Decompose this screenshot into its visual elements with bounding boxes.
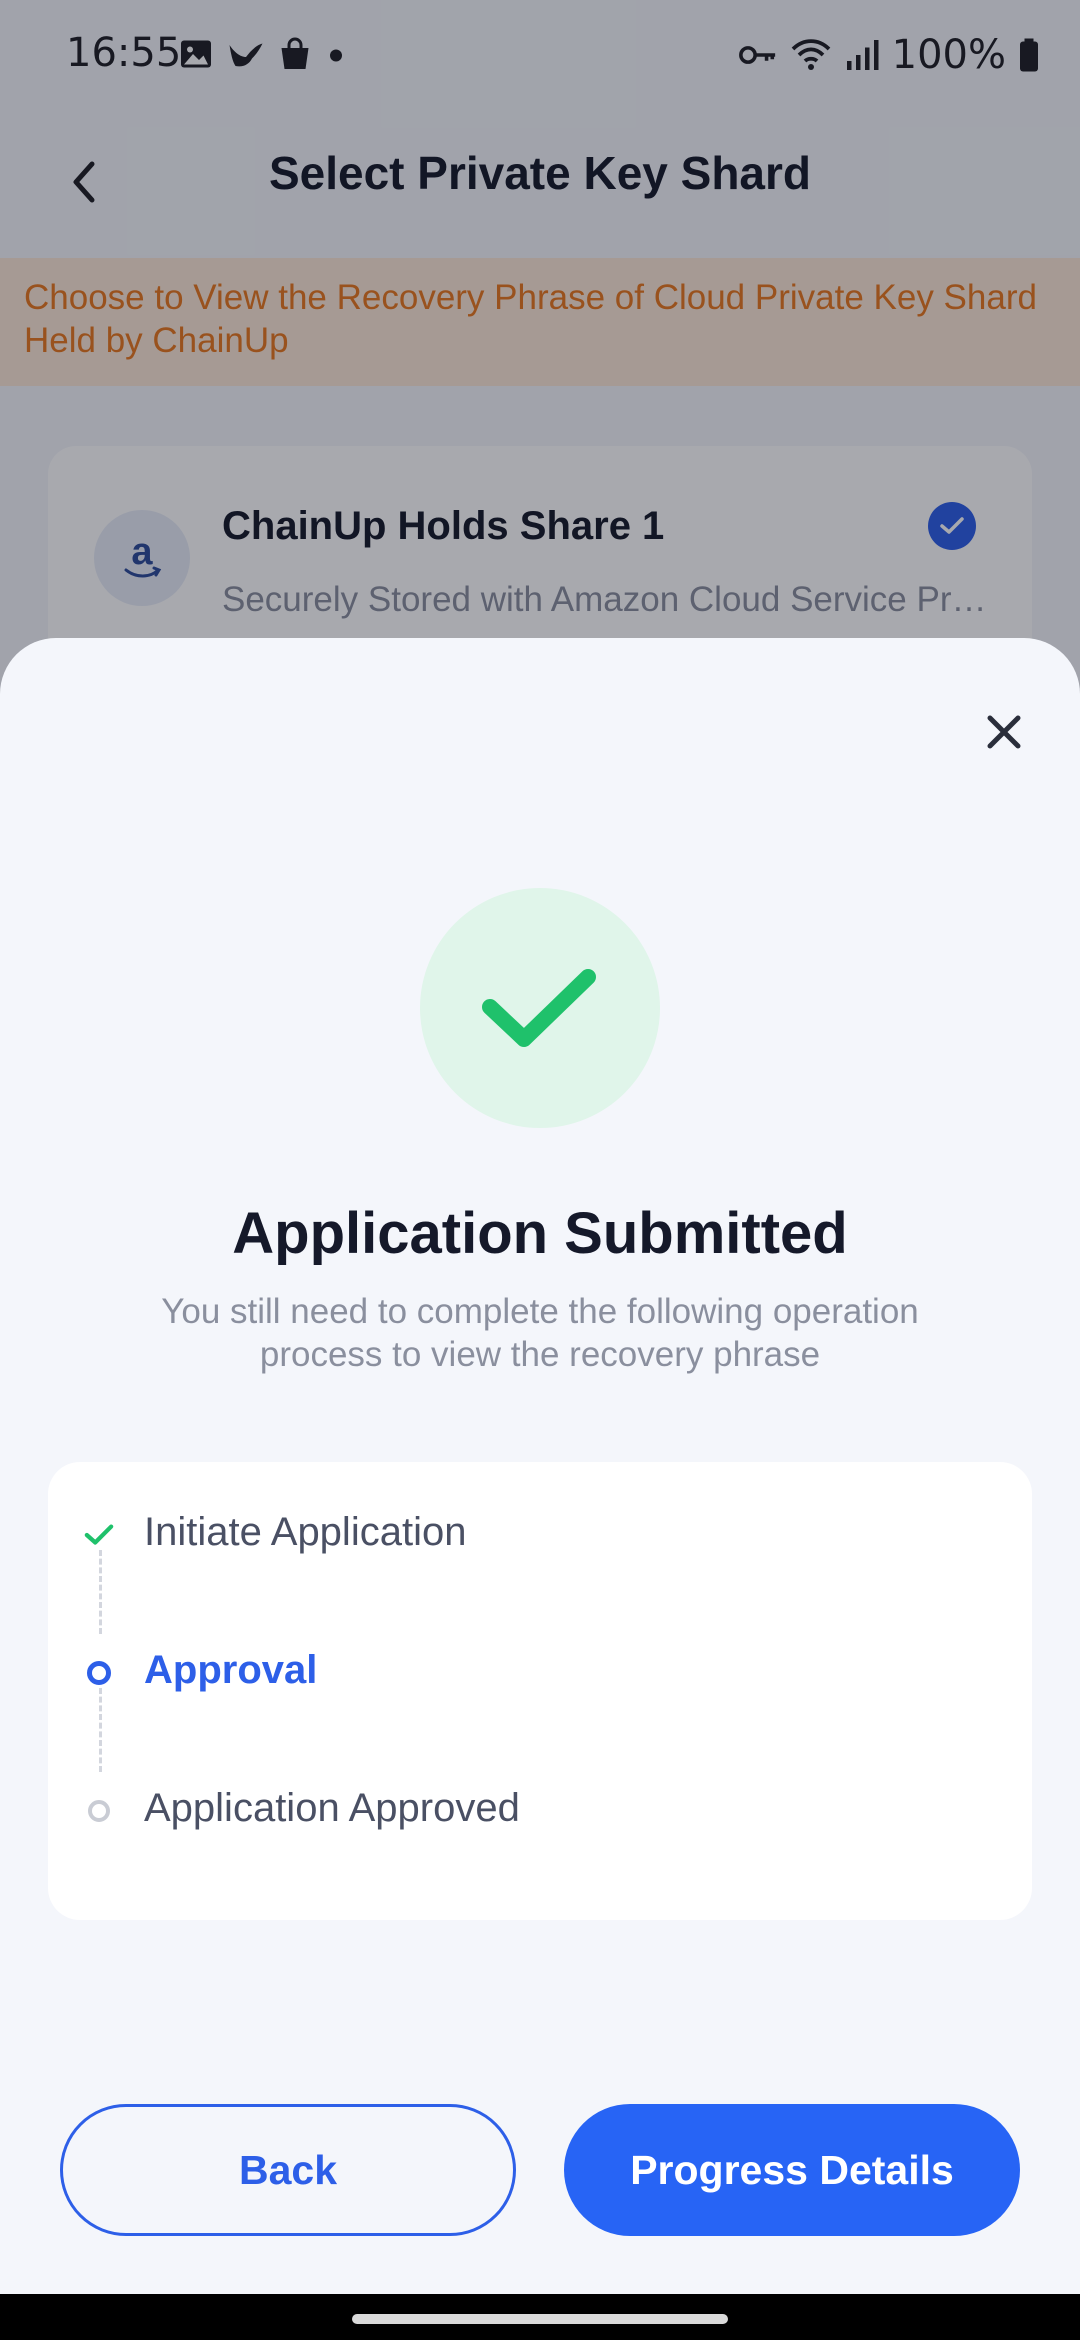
step-label: Initiate Application <box>144 1510 467 1554</box>
close-button[interactable] <box>972 700 1036 764</box>
success-badge <box>420 888 660 1128</box>
back-button[interactable]: Back <box>60 2104 516 2236</box>
step-active-dot-icon <box>84 1658 114 1688</box>
step-initiate-application: Initiate Application <box>48 1504 1032 1564</box>
progress-details-button[interactable]: Progress Details <box>564 2104 1020 2236</box>
step-pending-dot-icon <box>84 1796 114 1826</box>
checkmark-icon <box>482 969 596 1047</box>
steps-card: Initiate Application Approval Applicatio… <box>48 1462 1032 1920</box>
step-approval: Approval <box>48 1642 1032 1702</box>
application-submitted-sheet: Application Submitted You still need to … <box>0 638 1080 2294</box>
step-application-approved: Application Approved <box>48 1780 1032 1840</box>
sheet-subtitle: You still need to complete the following… <box>161 1292 919 1374</box>
step-label: Approval <box>144 1648 318 1692</box>
sheet-title: Application Submitted <box>232 1201 848 1266</box>
system-nav-bar <box>0 2294 1080 2340</box>
step-label: Application Approved <box>144 1786 520 1830</box>
close-icon <box>987 715 1021 749</box>
step-done-check-icon <box>84 1520 114 1550</box>
home-handle[interactable] <box>352 2314 728 2324</box>
